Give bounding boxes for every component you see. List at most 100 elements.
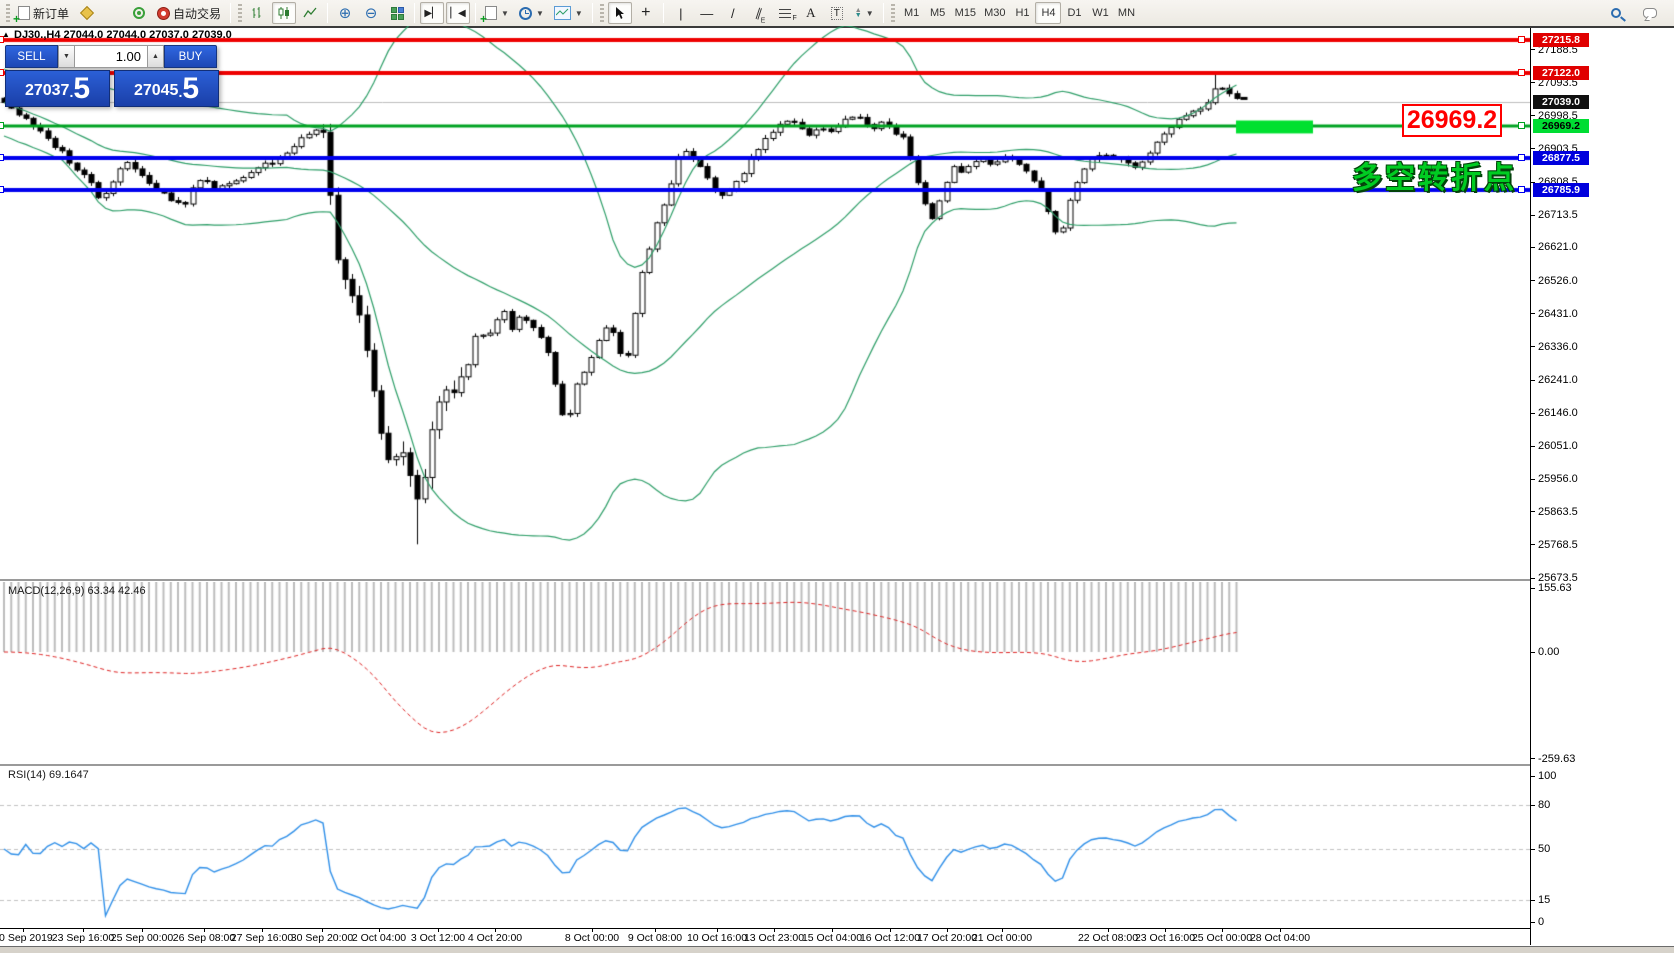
price-callout-box[interactable]: 26969.2: [1402, 104, 1502, 137]
volume-increase-button[interactable]: ▲: [147, 45, 164, 68]
horizontal-line-icon: —: [700, 6, 713, 21]
hline-tool-button[interactable]: —: [695, 2, 719, 24]
zoom-in-button[interactable]: ⊕: [333, 2, 357, 24]
volume-input[interactable]: [75, 45, 147, 68]
timeframe-button-d1[interactable]: D1: [1061, 2, 1087, 24]
price-tick-label: 26621.0: [1531, 241, 1578, 253]
line-endpoint-marker[interactable]: [0, 154, 4, 161]
candles-chart-button[interactable]: [272, 2, 296, 24]
line-endpoint-marker[interactable]: [1518, 69, 1525, 76]
line-endpoint-marker[interactable]: [0, 186, 4, 193]
timeframe-button-h1[interactable]: H1: [1009, 2, 1035, 24]
toolbar-separator: [883, 3, 884, 23]
chinese-annotation[interactable]: 多空转折点: [1352, 153, 1552, 197]
rsi-pane-canvas[interactable]: [0, 766, 1530, 929]
line-endpoint-marker[interactable]: [0, 69, 4, 76]
tile-windows-button[interactable]: [385, 2, 409, 24]
timeframe-button-mn[interactable]: MN: [1113, 2, 1139, 24]
timeframe-group: M1M5M15M30H1H4D1W1MN: [899, 2, 1140, 24]
chart-shift-icon: ▏◀: [450, 8, 465, 19]
macd-axis-label: 0.00: [1531, 646, 1559, 658]
text-tool-icon: A: [806, 5, 815, 21]
fibonacci-tool-button[interactable]: F: [773, 2, 797, 24]
text-tool-button[interactable]: A: [799, 2, 823, 24]
price-badge: 27215.8: [1533, 33, 1589, 47]
price-tick-label: 26241.0: [1531, 374, 1578, 386]
sell-price-display[interactable]: 27037.5: [5, 70, 110, 107]
main-chart-canvas[interactable]: [0, 26, 1530, 580]
indicators-list-button[interactable]: ▼: [550, 2, 587, 24]
crosshair-tool-button[interactable]: +: [634, 2, 658, 24]
bar-chart-button[interactable]: [246, 2, 270, 24]
chat-button[interactable]: [1638, 2, 1662, 24]
caret-down-icon: ▼: [63, 53, 70, 60]
toolbar-separator: [475, 3, 476, 23]
line-chart-button[interactable]: [298, 2, 322, 24]
timeframe-button-m15[interactable]: M15: [951, 2, 980, 24]
rsi-axis-label: 0: [1531, 916, 1544, 928]
toolbar-separator: [327, 3, 328, 23]
timeframe-button-w1[interactable]: W1: [1087, 2, 1113, 24]
periods-button[interactable]: ▼: [515, 2, 548, 24]
toolbar-grip: [891, 4, 895, 22]
templates-icon: +: [485, 6, 497, 20]
templates-button[interactable]: +▼: [481, 2, 513, 24]
channel-tool-button[interactable]: ∥E: [747, 2, 771, 24]
sell-button[interactable]: SELL: [5, 45, 58, 68]
main-toolbar: + 新订单 自动交易 ⊕ ⊖ ▶▏ ▏◀ +▼ ▼ ▼ + | — /: [0, 0, 1674, 26]
autoscroll-button[interactable]: ▶▏: [420, 2, 444, 24]
pane-separator[interactable]: [0, 579, 1530, 581]
timeframe-button-m5[interactable]: M5: [925, 2, 951, 24]
indicators-icon: [554, 6, 571, 20]
time-tick-label: 15 Oct 04:00: [802, 932, 862, 944]
new-order-label: 新订单: [33, 5, 69, 22]
zoom-out-button[interactable]: ⊖: [359, 2, 383, 24]
buy-price-display[interactable]: 27045.5: [114, 70, 219, 107]
panel-collapse-toggle[interactable]: ▲: [2, 30, 10, 39]
channel-icon: ∥E: [754, 5, 764, 20]
new-order-button[interactable]: + 新订单: [14, 2, 73, 24]
rsi-axis-label: 50: [1531, 843, 1550, 855]
price-badge: 27122.0: [1533, 66, 1589, 80]
chart-shift-button[interactable]: ▏◀: [446, 2, 470, 24]
market-depth-button[interactable]: [75, 2, 99, 24]
price-tick-label: 26051.0: [1531, 440, 1578, 452]
zoom-in-icon: ⊕: [339, 4, 352, 22]
timeframe-button-h4[interactable]: H4: [1035, 2, 1061, 24]
line-endpoint-marker[interactable]: [0, 122, 4, 129]
macd-pane-canvas[interactable]: [0, 582, 1530, 766]
vline-tool-button[interactable]: |: [669, 2, 693, 24]
pane-separator[interactable]: [0, 764, 1530, 766]
chat-icon: [1643, 8, 1657, 18]
shapes-tool-button[interactable]: ▲▼ ▼: [851, 2, 878, 24]
cursor-tool-button[interactable]: [608, 2, 632, 24]
time-tick-label: 21 Oct 00:00: [972, 932, 1032, 944]
price-tick-label: 25768.5: [1531, 539, 1578, 551]
volume-decrease-button[interactable]: ▼: [58, 45, 75, 68]
buy-price-big: 5: [182, 74, 199, 104]
macd-axis-label: 155.63: [1531, 582, 1572, 594]
window-bottom-edge: [0, 946, 1674, 953]
time-tick-label: 23 Sep 16:00: [52, 932, 114, 944]
time-tick-label: 30 Sep 20:00: [291, 932, 353, 944]
search-button[interactable]: [1604, 2, 1628, 24]
signals-button[interactable]: [127, 2, 151, 24]
label-tool-button[interactable]: T: [825, 2, 849, 24]
time-tick-label: 25 Oct 00:00: [1192, 932, 1252, 944]
signals-icon: [133, 7, 145, 19]
price-tick-label: 26146.0: [1531, 407, 1578, 419]
buy-button[interactable]: BUY: [164, 45, 217, 68]
time-axis[interactable]: 20 Sep 201923 Sep 16:0025 Sep 00:0026 Se…: [0, 929, 1530, 946]
time-tick-label: 17 Oct 20:00: [917, 932, 977, 944]
line-endpoint-marker[interactable]: [1518, 36, 1525, 43]
bar-chart-icon: [251, 6, 265, 20]
profile-button[interactable]: [101, 2, 125, 24]
market-depth-icon: [80, 6, 94, 20]
timeframe-button-m1[interactable]: M1: [899, 2, 925, 24]
autotrading-button[interactable]: 自动交易: [153, 2, 225, 24]
line-endpoint-marker[interactable]: [1518, 122, 1525, 129]
autoscroll-icon: ▶▏: [424, 8, 439, 19]
toolbar-separator: [230, 3, 231, 23]
timeframe-button-m30[interactable]: M30: [980, 2, 1009, 24]
trendline-tool-button[interactable]: /: [721, 2, 745, 24]
